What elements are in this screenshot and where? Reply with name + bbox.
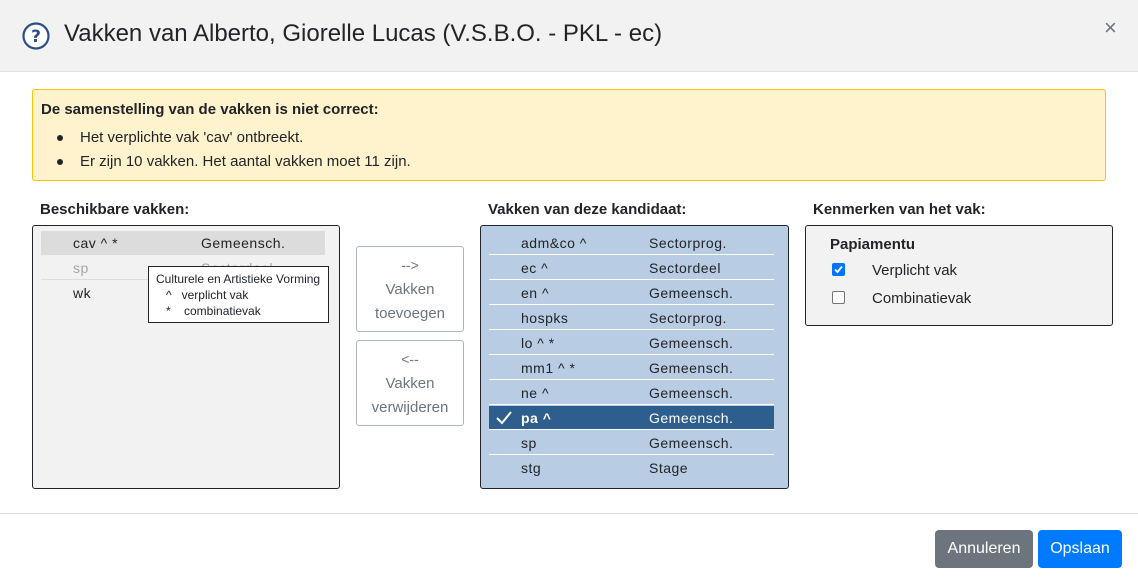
svg-text:?: ? xyxy=(31,27,41,47)
available-subjects-label: Beschikbare vakken: xyxy=(40,201,190,218)
subject-code: adm&co ^ xyxy=(521,235,587,251)
remove-button-label-line2: verwijderen xyxy=(371,399,449,416)
tooltip-legend-combination: * combinatievak xyxy=(166,304,261,318)
alert-title: De samenstelling van de vakken is niet c… xyxy=(41,101,379,118)
subject-category: Gemeensch. xyxy=(649,385,734,401)
subject-category: Gemeensch. xyxy=(649,360,734,376)
add-button-label-line2: toevoegen xyxy=(374,305,446,322)
subject-code: pa ^ xyxy=(521,410,552,426)
combination-subject-checkbox[interactable] xyxy=(832,291,845,304)
remove-subjects-button[interactable]: <-- Vakken verwijderen xyxy=(356,340,464,426)
subject-category: Sectorprog. xyxy=(649,235,727,251)
subject-category: Sectorprog. xyxy=(649,310,727,326)
cancel-button[interactable]: Annuleren xyxy=(935,530,1033,568)
subject-code: cav ^ * xyxy=(73,235,119,251)
question-circle-icon: ? xyxy=(22,22,50,50)
validation-alert: De samenstelling van de vakken is niet c… xyxy=(32,89,1106,181)
dialog-header: ? Vakken van Alberto, Giorelle Lucas (V.… xyxy=(0,0,1138,72)
candidate-row[interactable]: adm&co ^ Sectorprog. xyxy=(489,231,774,255)
subject-code: sp xyxy=(521,435,537,451)
close-icon[interactable]: × xyxy=(1104,16,1117,40)
subject-category: Gemeensch. xyxy=(649,285,734,301)
tooltip-title: Culturele en Artistieke Vorming xyxy=(156,272,321,286)
subject-code: stg xyxy=(521,460,542,476)
subject-code: hospks xyxy=(521,310,569,326)
candidate-row[interactable]: stg Stage xyxy=(489,456,774,480)
subject-category: Gemeensch. xyxy=(201,235,286,251)
subject-properties-panel: Papiamentu Verplicht vak Combinatievak xyxy=(805,225,1113,326)
subject-code: ec ^ xyxy=(521,260,549,276)
candidate-row[interactable]: sp Gemeensch. xyxy=(489,431,774,455)
available-row-cav[interactable]: cav ^ * Gemeensch. xyxy=(41,231,325,255)
candidate-row-selected[interactable]: pa ^ Gemeensch. xyxy=(489,406,774,430)
arrow-right-icon: --> xyxy=(401,257,419,273)
dialog-title: Vakken van Alberto, Giorelle Lucas (V.S.… xyxy=(64,20,663,47)
subject-category: Gemeensch. xyxy=(649,335,734,351)
subject-code: ne ^ xyxy=(521,385,550,401)
checkbox-check-icon xyxy=(834,265,843,274)
tooltip-legend-required: ^ verplicht vak xyxy=(166,288,249,302)
arrow-left-icon: <-- xyxy=(401,351,419,367)
combination-subject-label: Combinatievak xyxy=(872,290,972,307)
candidate-subjects-label: Vakken van deze kandidaat: xyxy=(488,201,687,218)
candidate-row[interactable]: mm1 ^ * Gemeensch. xyxy=(489,356,774,380)
subject-category: Sectordeel xyxy=(649,260,721,276)
subject-code: wk xyxy=(73,285,92,301)
candidate-subjects-list[interactable]: adm&co ^ Sectorprog. ec ^ Sectordeel en … xyxy=(480,225,789,489)
candidate-row[interactable]: ec ^ Sectordeel xyxy=(489,256,774,280)
subject-code: mm1 ^ * xyxy=(521,360,576,376)
subject-code: lo ^ * xyxy=(521,335,555,351)
alert-item: Het verplichte vak 'cav' ontbreekt. xyxy=(57,126,411,150)
subject-code: sp xyxy=(73,260,89,276)
selected-subject-name: Papiamentu xyxy=(830,236,916,253)
subject-category: Gemeensch. xyxy=(649,435,734,451)
alert-item: Er zijn 10 vakken. Het aantal vakken moe… xyxy=(57,150,411,174)
candidate-row[interactable]: lo ^ * Gemeensch. xyxy=(489,331,774,355)
candidate-row[interactable]: ne ^ Gemeensch. xyxy=(489,381,774,405)
subject-properties-label: Kenmerken van het vak: xyxy=(813,201,986,218)
candidate-row[interactable]: hospks Sectorprog. xyxy=(489,306,774,330)
footer-divider xyxy=(0,513,1138,514)
alert-list: Het verplichte vak 'cav' ontbreekt. Er z… xyxy=(33,126,411,174)
remove-button-label-line1: Vakken xyxy=(385,375,435,392)
subject-code: en ^ xyxy=(521,285,550,301)
subject-category: Gemeensch. xyxy=(649,410,734,426)
subject-tooltip: Culturele en Artistieke Vorming ^ verpli… xyxy=(148,266,329,323)
required-subject-label: Verplicht vak xyxy=(872,262,958,279)
add-subjects-button[interactable]: --> Vakken toevoegen xyxy=(356,246,464,332)
save-button[interactable]: Opslaan xyxy=(1038,530,1122,568)
add-button-label-line1: Vakken xyxy=(385,281,435,298)
candidate-row[interactable]: en ^ Gemeensch. xyxy=(489,281,774,305)
checkmark-icon xyxy=(496,411,512,425)
subject-category: Stage xyxy=(649,460,689,476)
required-subject-checkbox[interactable] xyxy=(832,263,845,276)
available-subjects-list[interactable]: cav ^ * Gemeensch. sp Sectordeel wk xyxy=(32,225,340,489)
